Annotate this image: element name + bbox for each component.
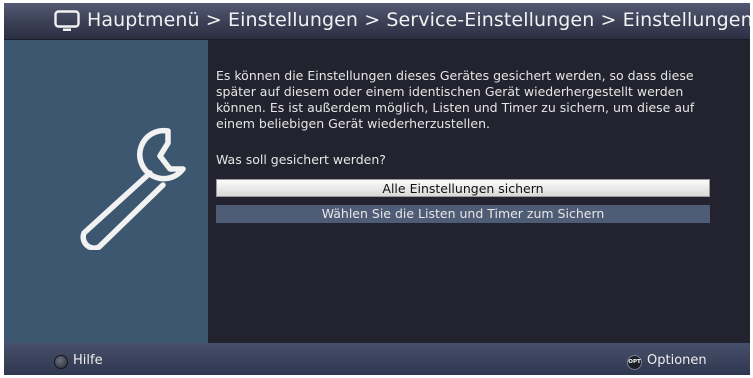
question-text: Was soll gesichert werden? [216, 152, 386, 167]
sidebar [4, 40, 208, 343]
help-label[interactable]: Hilfe [73, 353, 103, 368]
footer-bar: Hilfe OPT Optionen [4, 343, 750, 375]
screen: Hauptmenü > Einstellungen > Service-Eins… [4, 3, 750, 375]
option-all-settings[interactable]: Alle Einstellungen sichern [216, 179, 710, 197]
options-label[interactable]: Optionen [647, 353, 707, 368]
header-bar: Hauptmenü > Einstellungen > Service-Eins… [4, 3, 750, 40]
wrench-icon [80, 127, 186, 250]
tv-icon [54, 10, 80, 31]
page-title: Hauptmenü > Einstellungen > Service-Eins… [87, 9, 750, 31]
main-panel: Es können die Einstellungen dieses Gerät… [208, 40, 750, 343]
options-button-icon[interactable]: OPT [627, 355, 642, 370]
description-text: Es können die Einstellungen dieses Gerät… [216, 68, 695, 131]
help-button-icon[interactable] [54, 355, 68, 369]
option-lists-and-timers[interactable]: Wählen Sie die Listen und Timer zum Sich… [216, 205, 710, 223]
